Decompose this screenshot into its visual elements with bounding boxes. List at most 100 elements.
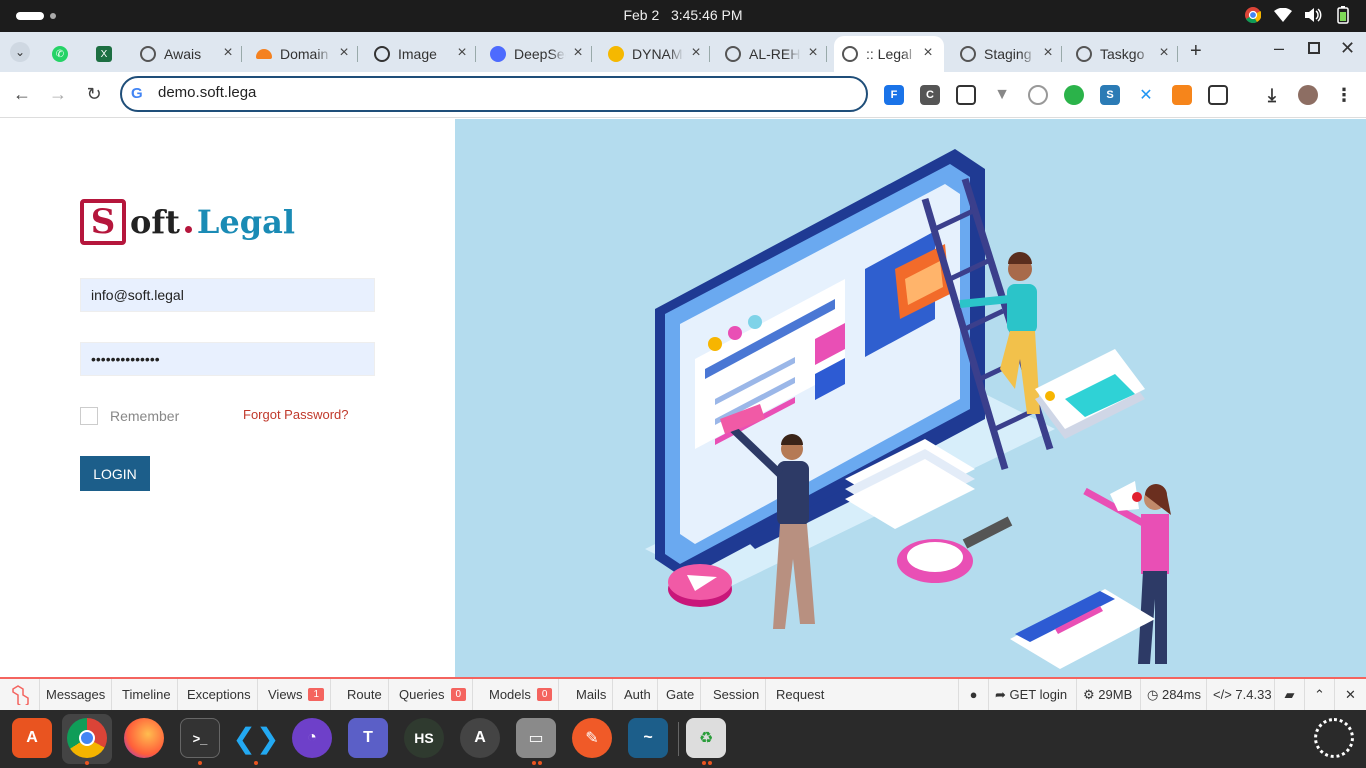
deepseek-icon — [490, 46, 506, 62]
system-tray[interactable] — [1244, 6, 1352, 24]
debugbar-tab-gate[interactable]: Gate — [660, 679, 702, 710]
tab-legal-active[interactable]: :: Legal × — [834, 36, 944, 72]
download-icon[interactable]: ⤓ — [1262, 85, 1282, 105]
tab-search-chevron-icon[interactable]: ⌄ — [10, 42, 30, 62]
heidisql-icon[interactable]: HS — [404, 718, 444, 758]
debugbar-tab-messages[interactable]: Messages — [40, 679, 113, 710]
tab-taskgo[interactable]: Taskgo × — [1076, 36, 1178, 72]
tab-deepseek[interactable]: DeepSeek× — [490, 36, 592, 72]
remember-checkbox[interactable] — [80, 407, 98, 425]
tab-close-icon[interactable]: × — [688, 44, 704, 62]
tab-title: Image — [398, 46, 437, 62]
extension-globe-icon[interactable] — [1028, 85, 1048, 105]
chrome-icon[interactable] — [67, 718, 107, 758]
firefox-icon[interactable] — [124, 718, 164, 758]
extension-window-icon[interactable] — [956, 85, 976, 105]
app-store-icon[interactable]: A — [12, 718, 52, 758]
mysql-workbench-icon[interactable]: ~ — [628, 718, 668, 758]
tab-close-icon[interactable]: × — [1040, 44, 1056, 62]
software-updater-icon[interactable]: A — [460, 718, 500, 758]
teams-linux-icon[interactable]: T — [348, 718, 388, 758]
vscode-icon[interactable]: ❮❯ — [233, 718, 280, 758]
show-apps-icon[interactable] — [1314, 718, 1354, 758]
php-version: 7.4.33 — [1235, 687, 1272, 702]
login-button[interactable]: LOGIN — [80, 456, 150, 491]
debugbar-tab-label: Session — [713, 687, 760, 702]
debugbar-tab-queries[interactable]: Queries 0 — [393, 679, 474, 710]
postman-icon[interactable]: ✎ — [572, 718, 612, 758]
remember-checkbox-row[interactable]: Remember — [80, 407, 179, 425]
debugbar-tab-request[interactable]: Request — [770, 679, 830, 710]
github-desktop-icon[interactable]: ◔ — [292, 718, 332, 758]
maximize-chevron-icon[interactable]: ⌃ — [1304, 679, 1334, 710]
debugbar-tab-timeline[interactable]: Timeline — [116, 679, 178, 710]
tab-staging[interactable]: Staging × — [960, 36, 1062, 72]
debugbar-tab-auth[interactable]: Auth — [618, 679, 658, 710]
debugbar-tab-route[interactable]: Route — [341, 679, 389, 710]
extensions-puzzle-icon[interactable] — [1208, 85, 1228, 105]
laravel-logo-icon[interactable] — [0, 679, 40, 710]
debugbar-tab-views[interactable]: Views 1 — [262, 679, 332, 710]
tab-close-icon[interactable]: × — [920, 44, 936, 62]
debugbar-tab-session[interactable]: Session — [707, 679, 767, 710]
tab-whatsapp[interactable]: ✆ — [52, 36, 76, 72]
close-window-icon[interactable]: ✕ — [1340, 38, 1355, 59]
duration-indicator[interactable]: ◷ 284ms — [1140, 679, 1207, 710]
request-method-indicator[interactable]: ➦ GET login — [988, 679, 1073, 710]
tab-excel[interactable]: X — [96, 36, 120, 72]
email-field[interactable]: info@soft.legal — [80, 278, 375, 312]
tab-close-icon[interactable]: × — [220, 44, 236, 62]
tab-image[interactable]: Image × — [374, 36, 476, 72]
extension-vue-icon[interactable]: ▼ — [992, 85, 1012, 105]
restore-icon[interactable] — [1308, 42, 1320, 54]
address-bar[interactable]: G — [120, 76, 868, 112]
globe-icon — [1076, 46, 1092, 62]
tab-close-icon[interactable]: × — [336, 44, 352, 62]
tab-dynamic[interactable]: DYNAMIC× — [608, 36, 710, 72]
tab-awais[interactable]: Awais × — [140, 36, 242, 72]
tab-domain[interactable]: Domain × — [256, 36, 358, 72]
debugbar-tab-exceptions[interactable]: Exceptions — [181, 679, 258, 710]
back-arrow-icon[interactable]: ← — [11, 84, 33, 105]
debugbar-tab-models[interactable]: Models 0 — [483, 679, 560, 710]
extension-butterfly-icon[interactable]: ✕ — [1136, 85, 1156, 105]
minimize-icon[interactable]: – — [1274, 38, 1284, 59]
profile-avatar[interactable] — [1298, 85, 1318, 105]
clock-date: Feb 2 — [623, 7, 660, 23]
debugbar-tab-label: Auth — [624, 687, 651, 702]
system-top-bar: Feb 2 3:45:46 PM — [0, 0, 1366, 32]
kebab-menu-icon[interactable]: ⋮ — [1334, 85, 1354, 105]
forward-arrow-icon[interactable]: → — [47, 84, 69, 105]
tab-close-icon[interactable]: × — [570, 44, 586, 62]
open-folder-icon[interactable]: ▰ — [1274, 679, 1304, 710]
password-field[interactable]: •••••••••••••• — [80, 342, 375, 376]
code-icon: </> — [1213, 687, 1236, 702]
user-icon[interactable]: ● — [958, 679, 988, 710]
reload-icon[interactable]: ↻ — [83, 84, 105, 105]
php-version-indicator[interactable]: </> 7.4.33 — [1206, 679, 1278, 710]
forgot-password-link[interactable]: Forgot Password? — [243, 407, 349, 422]
trash-icon[interactable]: ♻ — [686, 718, 726, 758]
tab-close-icon[interactable]: × — [805, 44, 821, 62]
files-icon[interactable]: ▭ — [516, 718, 556, 758]
volume-icon[interactable] — [1304, 6, 1322, 24]
new-tab-plus-icon[interactable]: + — [1190, 40, 1202, 63]
memory-indicator[interactable]: ⚙ 29MB — [1076, 679, 1138, 710]
extension-c-icon[interactable]: C — [920, 85, 940, 105]
tab-al-reh[interactable]: AL-REH × — [725, 36, 827, 72]
terminal-icon[interactable]: >_ — [180, 718, 220, 758]
chrome-tray-icon[interactable] — [1244, 6, 1262, 24]
metamask-fox-icon[interactable] — [1172, 85, 1192, 105]
url-input[interactable] — [158, 84, 858, 101]
extension-s-icon[interactable]: S — [1100, 85, 1120, 105]
system-clock[interactable]: Feb 2 3:45:46 PM — [0, 7, 1366, 23]
battery-icon[interactable] — [1334, 6, 1352, 24]
close-debugbar-icon[interactable]: ✕ — [1334, 679, 1366, 710]
tab-close-icon[interactable]: × — [454, 44, 470, 62]
debugbar-tab-mails[interactable]: Mails — [570, 679, 614, 710]
tab-title: DeepSeek — [514, 46, 566, 62]
extension-fr-icon[interactable]: F — [884, 85, 904, 105]
extension-eye-icon[interactable] — [1064, 85, 1084, 105]
wifi-icon[interactable] — [1274, 6, 1292, 24]
tab-close-icon[interactable]: × — [1156, 44, 1172, 62]
